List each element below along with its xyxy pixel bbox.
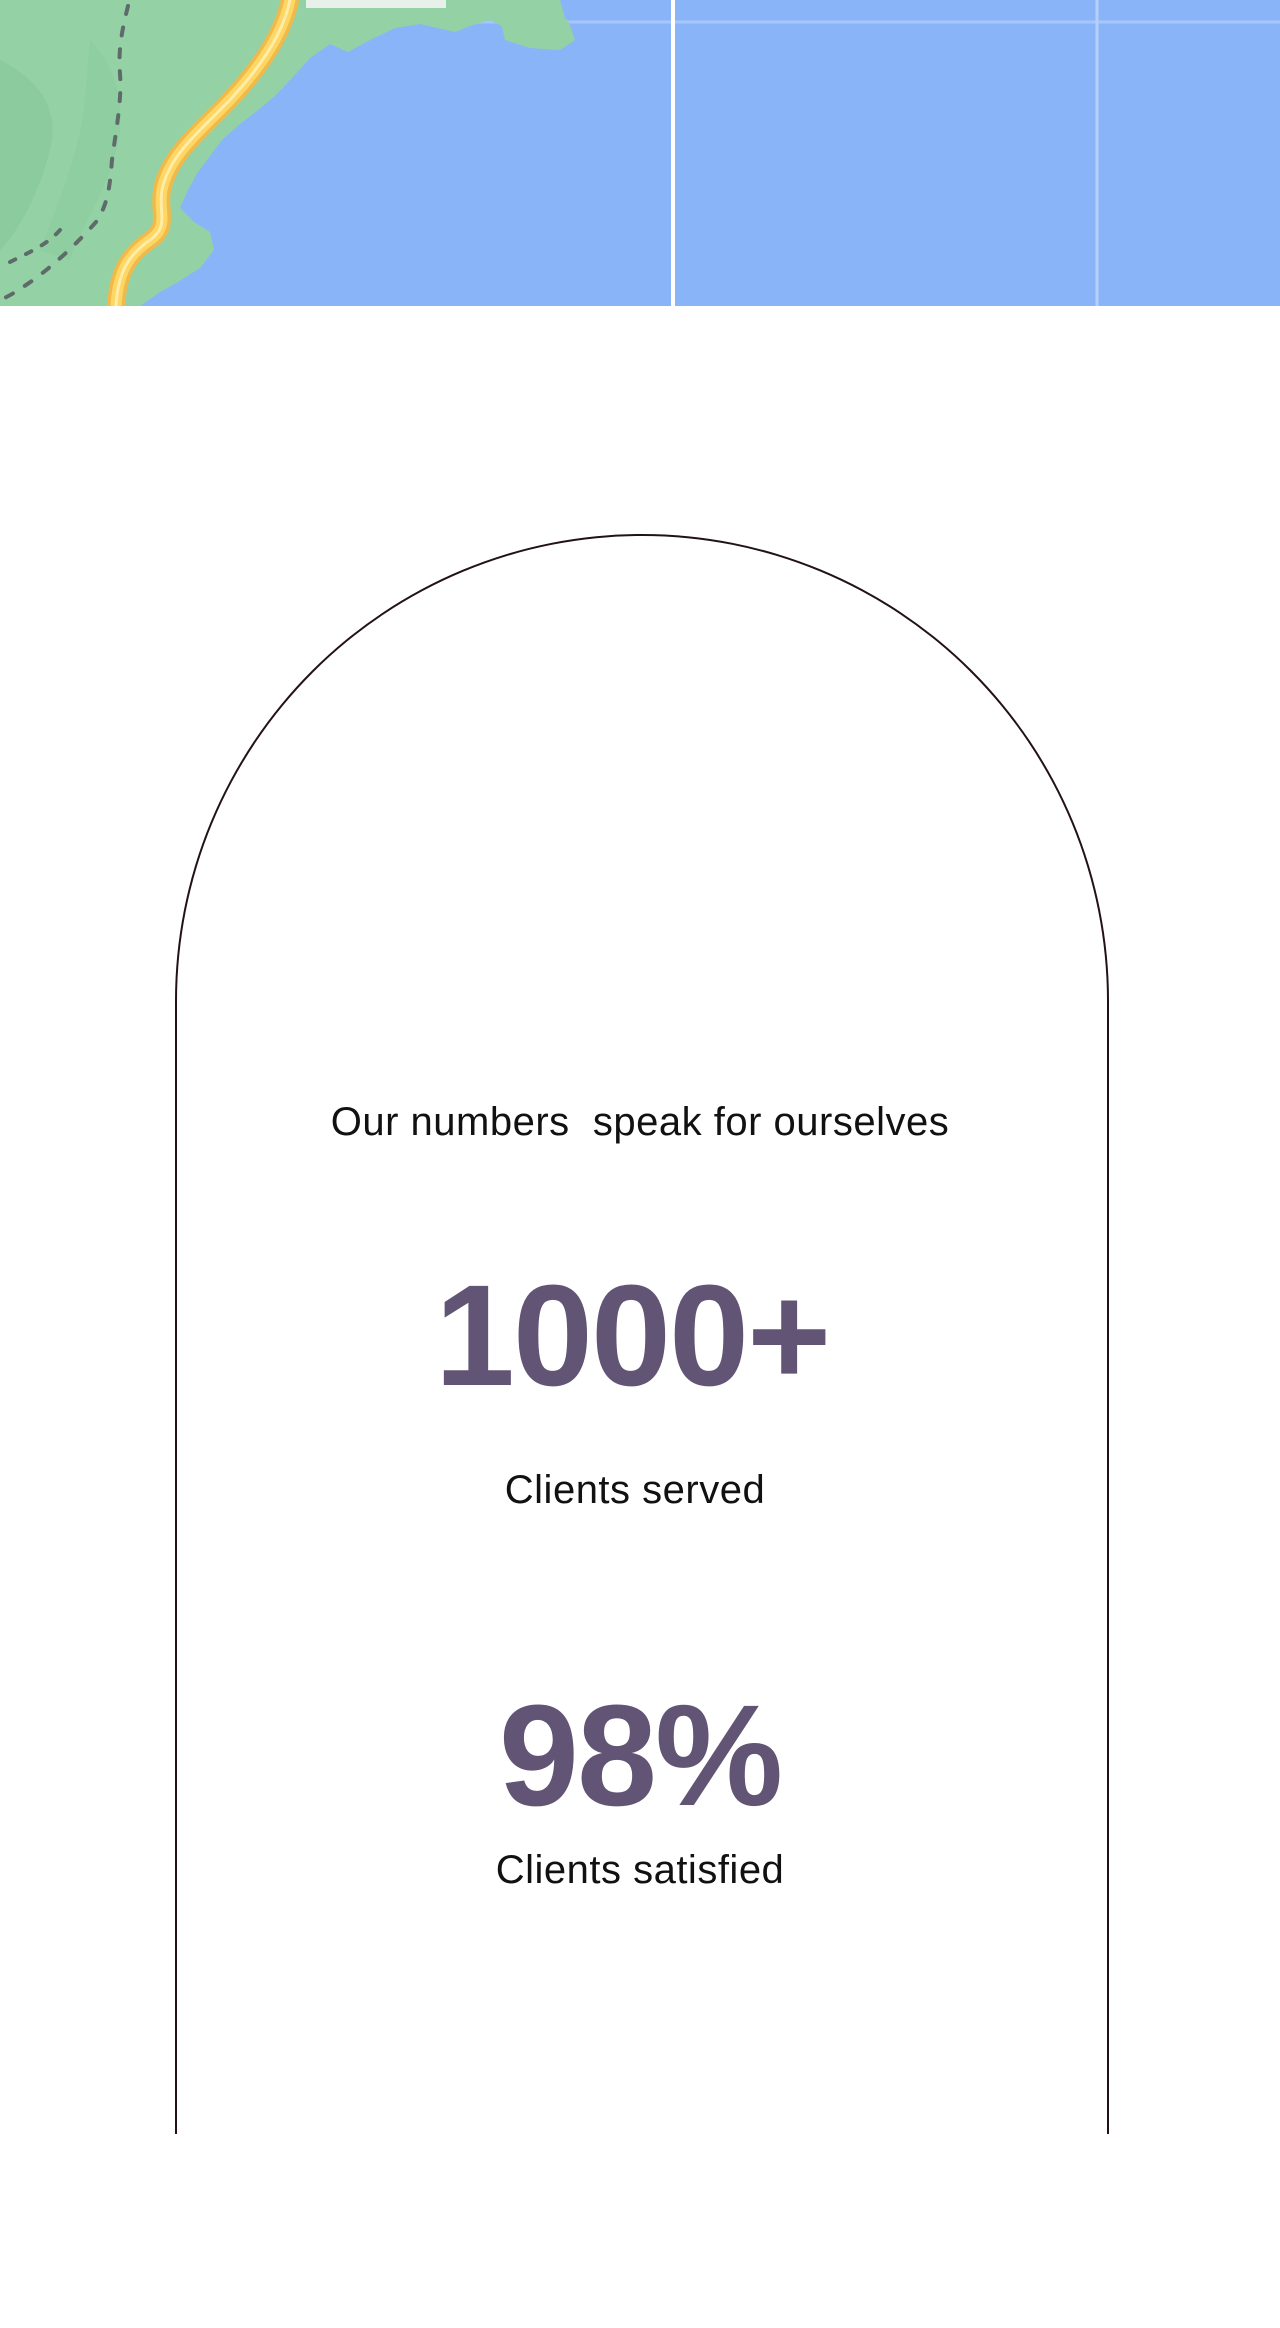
stat-label-clients-served: Clients served [504,1468,766,1512]
map-label-strip [306,0,446,8]
stat-value-clients-served: 1000+ [434,1255,831,1416]
map-embed[interactable] [0,0,1280,306]
map-tiles [0,0,1280,306]
stats-heading: Our numbers speak for ourselves [330,1100,950,1144]
stat-value-clients-satisfied: 98% [498,1675,783,1836]
stat-label-clients-satisfied: Clients satisfied [495,1848,785,1892]
